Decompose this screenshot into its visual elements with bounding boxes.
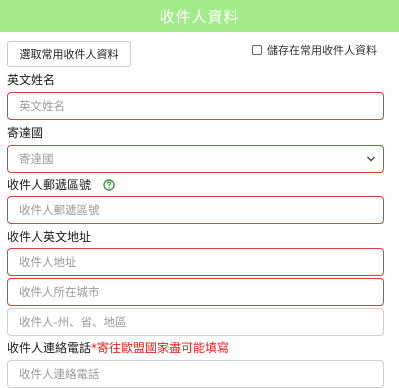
postal-code-label: 收件人郵遞區號 [7, 178, 92, 192]
country-select-value: 寄達國 [19, 152, 54, 166]
city-placeholder: 收件人所在城市 [19, 285, 100, 299]
phone-label-row: 收件人連絡電話*寄往歐盟國家盡可能填寫 [7, 339, 229, 356]
country-label: 寄達國 [7, 126, 44, 140]
address-placeholder: 收件人地址 [19, 255, 77, 269]
phone-input[interactable]: 收件人連絡電話 [7, 360, 384, 388]
state-input[interactable]: 收件人-州、省、地區 [7, 308, 384, 336]
section-title: 收件人資料 [159, 7, 240, 26]
phone-placeholder: 收件人連絡電話 [19, 367, 100, 381]
city-input[interactable]: 收件人所在城市 [7, 278, 384, 306]
postal-code-input[interactable]: 收件人郵遞區號 [7, 196, 384, 224]
select-frequent-recipient-button[interactable]: 選取常用收件人資料 [7, 41, 131, 67]
chevron-down-icon [367, 156, 375, 162]
postal-code-label-row: 收件人郵遞區號 [7, 176, 115, 193]
save-frequent-label: 儲存在常用收件人資料 [267, 44, 377, 57]
english-address-label: 收件人英文地址 [7, 230, 92, 244]
address-input[interactable]: 收件人地址 [7, 248, 384, 276]
english-name-placeholder: 英文姓名 [19, 99, 65, 113]
english-name-label: 英文姓名 [7, 73, 56, 87]
phone-note: *寄往歐盟國家盡可能填寫 [91, 341, 230, 355]
postal-code-placeholder: 收件人郵遞區號 [19, 203, 100, 217]
state-placeholder: 收件人-州、省、地區 [19, 315, 127, 329]
save-frequent-recipient-option[interactable]: 儲存在常用收件人資料 [252, 42, 377, 58]
save-frequent-checkbox[interactable] [252, 45, 262, 55]
phone-label: 收件人連絡電話 [7, 341, 92, 355]
question-circle-icon[interactable] [103, 179, 115, 191]
section-header: 收件人資料 [0, 0, 399, 32]
english-name-input[interactable]: 英文姓名 [7, 92, 384, 120]
country-select[interactable]: 寄達國 [7, 145, 384, 173]
